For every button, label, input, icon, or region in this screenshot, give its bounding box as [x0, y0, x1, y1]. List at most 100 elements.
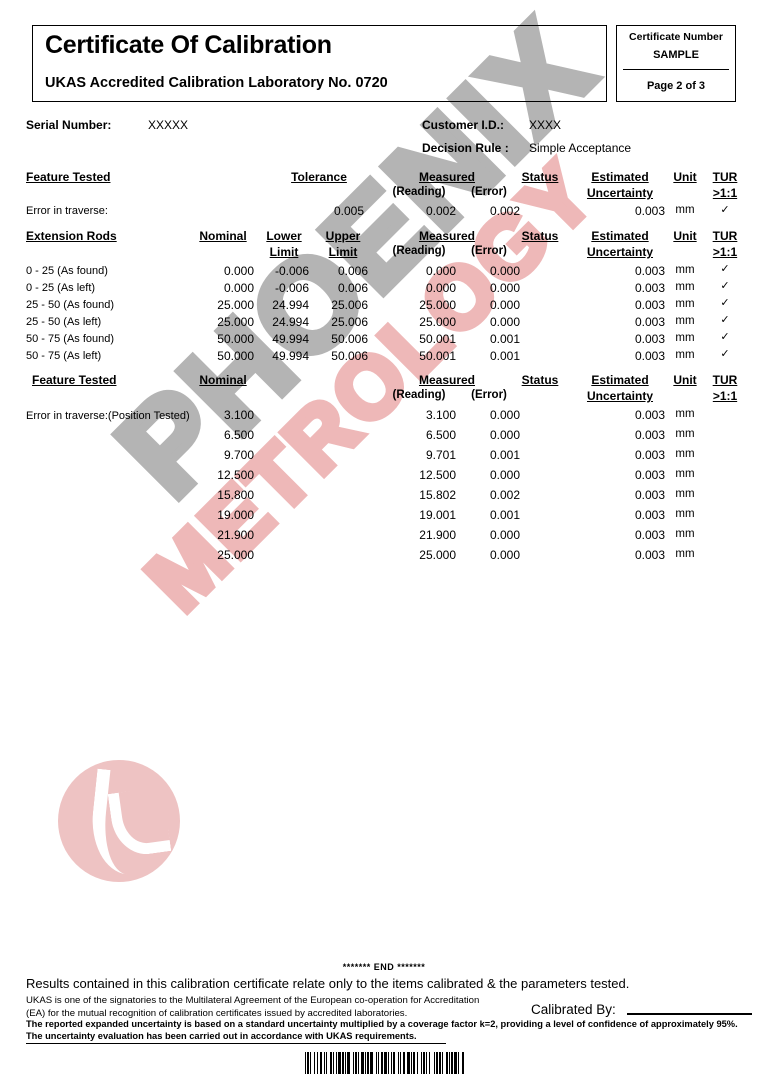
- table-cell-reading: 12.500: [419, 468, 456, 482]
- table2-header-upper-limit: Limit: [328, 245, 358, 259]
- table-cell-reading: 25.000: [419, 548, 456, 562]
- table2-header-unit: Unit: [673, 229, 697, 243]
- table-cell-unit: mm: [675, 315, 695, 327]
- table-cell-tur-check: ✓: [720, 204, 730, 216]
- page-title: Certificate Of Calibration: [45, 31, 332, 59]
- table3-header-unit: Unit: [673, 373, 697, 387]
- table-cell-reading: 0.000: [425, 264, 456, 278]
- table-cell-tur-check: ✓: [720, 331, 730, 343]
- watermark: PHOENIX METROLOGY: [0, 0, 768, 1087]
- table-cell-uncertainty: 0.003: [634, 332, 665, 346]
- table1-header-reading: (Reading): [392, 186, 446, 198]
- table3-header-status: Status: [521, 373, 559, 387]
- table-cell-nominal: 25.000: [217, 548, 254, 562]
- footer-ukas-statement-line1: UKAS is one of the signatories to the Mu…: [26, 995, 480, 1006]
- table-cell-unit: mm: [675, 528, 695, 540]
- table-cell-nominal: 25.000: [217, 315, 254, 329]
- table1-header-estimated: Estimated: [591, 170, 649, 184]
- table1-header-measured: Measured: [418, 170, 476, 184]
- table1-header-feature: Feature Tested: [26, 170, 111, 184]
- table2-header-uncertainty: Uncertainty: [586, 245, 654, 259]
- table3-header-reading: (Reading): [392, 389, 446, 401]
- table-cell-unit: mm: [675, 428, 695, 440]
- table-cell-unit: mm: [675, 488, 695, 500]
- table1-header-status: Status: [521, 170, 559, 184]
- footer-uncertainty-evaluation: The uncertainty evaluation has been carr…: [26, 1031, 417, 1041]
- table-cell-uncertainty: 0.003: [634, 264, 665, 278]
- table2-header-upper: Upper: [325, 229, 361, 243]
- table3-header-nominal: Nominal: [199, 373, 247, 387]
- table-cell-reading: 6.500: [425, 428, 456, 442]
- table2-header-status: Status: [521, 229, 559, 243]
- table-cell-upper: 0.006: [337, 264, 368, 278]
- table-cell-uncertainty: 0.003: [634, 204, 665, 218]
- table-cell-lower: 49.994: [272, 349, 309, 363]
- end-marker: ******* END *******: [342, 962, 426, 972]
- customer-id-label: Customer I.D.:: [422, 118, 505, 132]
- table-cell-reading: 50.001: [419, 332, 456, 346]
- footer-ukas-statement-line2: (EA) for the mutual recognition of calib…: [26, 1008, 408, 1019]
- watermark-logo-swoosh-2: [107, 786, 172, 859]
- table-cell-error: 0.002: [489, 204, 520, 218]
- table-cell-error: 0.001: [489, 508, 520, 522]
- table2-header-error: (Error): [471, 245, 507, 257]
- certificate-page: PHOENIX METROLOGY Certificate Of Calibra…: [0, 0, 768, 1087]
- table-cell-reading: 0.000: [425, 281, 456, 295]
- table-cell-nominal: 12.500: [217, 468, 254, 482]
- table2-header-estimated: Estimated: [591, 229, 649, 243]
- serial-number-label: Serial Number:: [26, 118, 112, 132]
- table-row: 50 - 75 (As left): [26, 350, 102, 362]
- table2-header-nominal: Nominal: [199, 229, 247, 243]
- table-cell-nominal: 21.900: [217, 528, 254, 542]
- table-cell-lower: 24.994: [272, 315, 309, 329]
- table2-header-lower-limit: Limit: [269, 245, 299, 259]
- table-cell-uncertainty: 0.003: [634, 488, 665, 502]
- decision-rule-label: Decision Rule :: [422, 141, 509, 155]
- table-cell-error: 0.000: [489, 468, 520, 482]
- table-cell-upper: 50.006: [331, 332, 368, 346]
- table3-header-measured: Measured: [418, 373, 476, 387]
- table3-header-error: (Error): [471, 389, 507, 401]
- table-cell-upper: 50.006: [331, 349, 368, 363]
- table1-header-error: (Error): [471, 186, 507, 198]
- table-cell-upper: 0.006: [337, 281, 368, 295]
- table-cell-uncertainty: 0.003: [634, 508, 665, 522]
- table-cell-error: 0.002: [489, 488, 520, 502]
- table-cell-uncertainty: 0.003: [634, 281, 665, 295]
- table-cell-tolerance: 0.005: [333, 204, 364, 218]
- table-cell-lower: -0.006: [274, 264, 309, 278]
- table-cell-unit: mm: [675, 281, 695, 293]
- table-cell-reading: 15.802: [419, 488, 456, 502]
- table-cell-nominal: 0.000: [223, 281, 254, 295]
- table3-header-tur: TUR: [712, 373, 738, 387]
- table-cell-unit: mm: [675, 298, 695, 310]
- table-cell-reading: 3.100: [425, 408, 456, 422]
- table-cell-unit: mm: [675, 508, 695, 520]
- table-cell-nominal: 19.000: [217, 508, 254, 522]
- table3-header-estimated: Estimated: [591, 373, 649, 387]
- table-cell-error: 0.000: [489, 264, 520, 278]
- table-cell-reading: 21.900: [419, 528, 456, 542]
- table-cell-nominal: 15.800: [217, 488, 254, 502]
- table-cell-lower: 24.994: [272, 298, 309, 312]
- table-cell-tur-check: ✓: [720, 314, 730, 326]
- table-cell-reading: 0.002: [425, 204, 456, 218]
- table1-header-uncertainty: Uncertainty: [586, 186, 654, 200]
- table-cell-unit: mm: [675, 448, 695, 460]
- table-row: 50 - 75 (As found): [26, 333, 115, 345]
- table-cell-uncertainty: 0.003: [634, 448, 665, 462]
- table-cell-error: 0.000: [489, 428, 520, 442]
- table-cell-nominal: 0.000: [223, 264, 254, 278]
- table2-header-reading: (Reading): [392, 245, 446, 257]
- table-cell-unit: mm: [675, 468, 695, 480]
- footer-divider: [26, 1043, 446, 1044]
- table-row: 25 - 50 (As found): [26, 299, 115, 311]
- table-cell-reading: 9.701: [425, 448, 456, 462]
- accreditation-subtitle: UKAS Accredited Calibration Laboratory N…: [45, 75, 388, 91]
- table-cell-uncertainty: 0.003: [634, 298, 665, 312]
- table-cell-error: 0.000: [489, 408, 520, 422]
- table-cell-tur-check: ✓: [720, 280, 730, 292]
- table-cell-uncertainty: 0.003: [634, 408, 665, 422]
- watermark-logo-swoosh-1: [86, 768, 167, 878]
- table-cell-lower: 49.994: [272, 332, 309, 346]
